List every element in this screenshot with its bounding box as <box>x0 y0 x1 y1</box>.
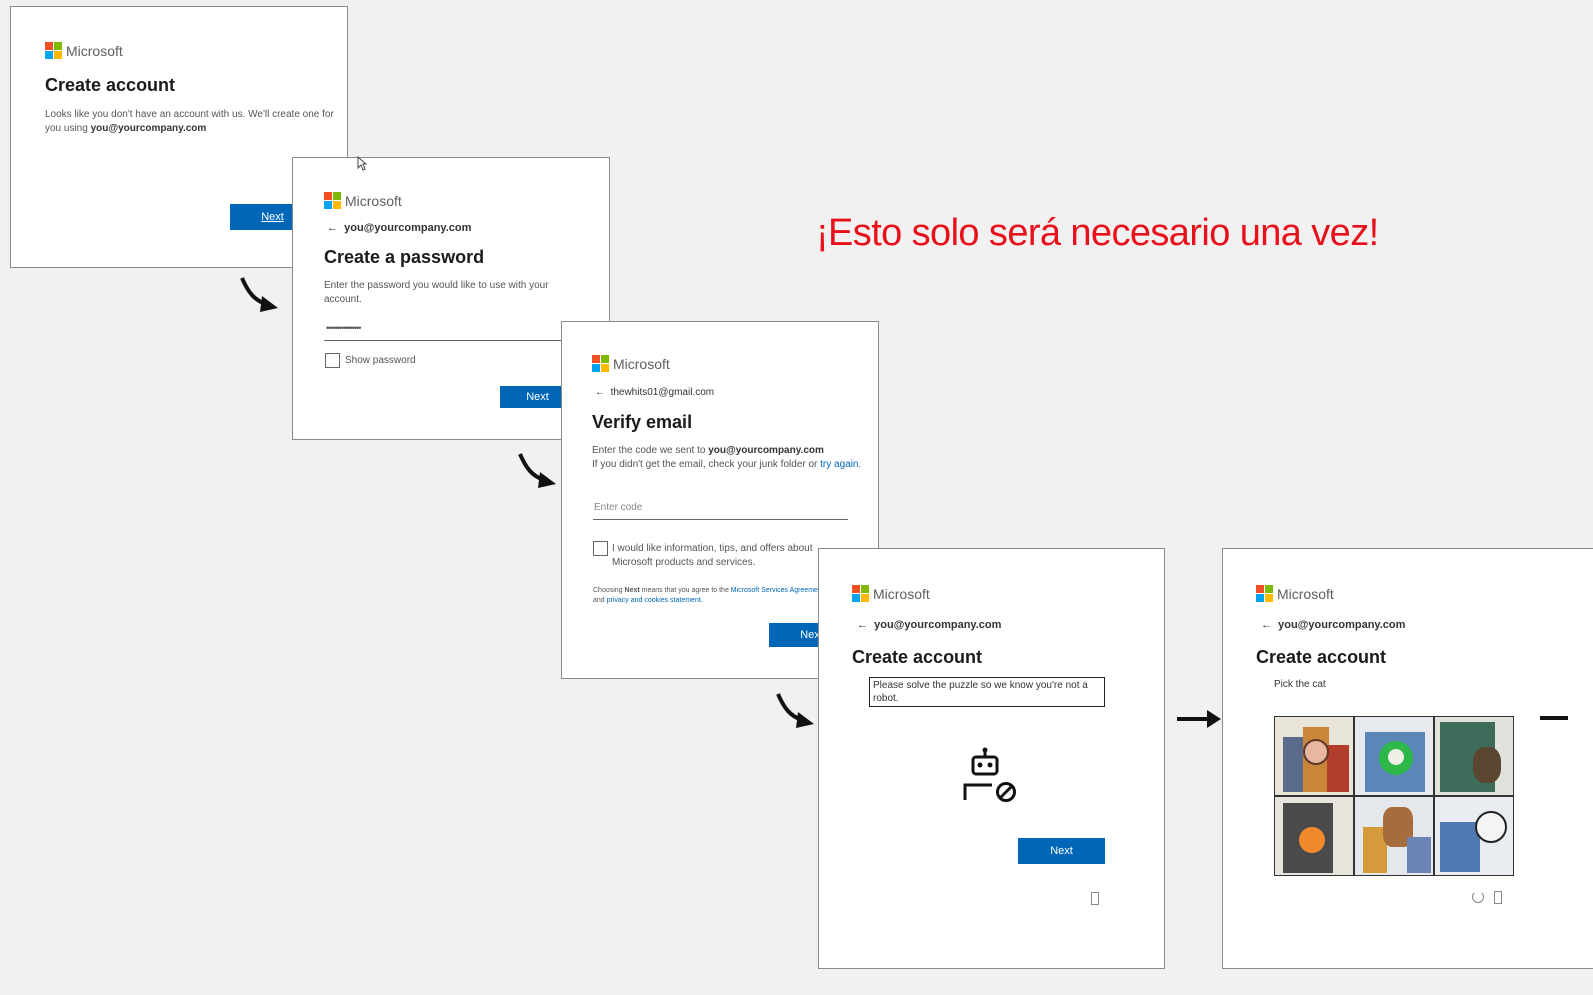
audio-icon[interactable] <box>1091 892 1099 905</box>
puzzle-tile[interactable] <box>1434 716 1514 796</box>
offers-checkbox[interactable] <box>593 541 608 556</box>
audio-icon[interactable] <box>1494 891 1502 904</box>
back-arrow-icon: ← <box>857 619 868 631</box>
brand-name: Microsoft <box>873 585 930 602</box>
refresh-icon[interactable] <box>1472 891 1484 903</box>
instructions-text: Enter the password you would like to use… <box>324 280 549 305</box>
microsoft-logo: Microsoft <box>45 42 123 59</box>
brand-name: Microsoft <box>66 42 123 59</box>
robot-icon <box>963 747 1016 802</box>
back-link[interactable]: ← you@yourcompany.com <box>327 222 471 234</box>
banner-text: ¡Esto solo será necesario una vez! <box>816 212 1379 254</box>
puzzle-tile[interactable] <box>1354 796 1434 876</box>
flow-arrow-icon <box>240 277 278 312</box>
microsoft-logo: Microsoft <box>592 355 670 372</box>
pick-instruction: Pick the cat <box>1274 679 1326 690</box>
page-title: Create account <box>1256 647 1387 667</box>
back-arrow-icon: ← <box>595 387 605 398</box>
legal-text: Choosing Next means that you agree to th… <box>593 587 824 604</box>
password-input[interactable]: •••••••••••••••• <box>326 321 566 335</box>
page-title: Verify email <box>592 412 693 432</box>
puzzle-tile[interactable] <box>1434 796 1514 876</box>
back-link[interactable]: ← you@yourcompany.com <box>1261 619 1405 631</box>
page-title: Create account <box>45 75 176 95</box>
password-underline <box>324 340 579 341</box>
offers-label: I would like information, tips, and offe… <box>612 543 813 568</box>
back-link[interactable]: ← you@yourcompany.com <box>857 619 1001 631</box>
code-input[interactable]: Enter code <box>594 501 642 515</box>
flow-arrow-icon <box>518 453 556 488</box>
brand-name: Microsoft <box>345 192 402 209</box>
try-again-link[interactable]: try again. <box>820 459 861 470</box>
brand-name: Microsoft <box>613 355 670 372</box>
microsoft-logo: Microsoft <box>324 192 402 209</box>
back-link[interactable]: ← thewhits01@gmail.com <box>595 387 714 398</box>
flow-arrow-icon <box>1540 716 1568 720</box>
next-button[interactable]: Next <box>1018 838 1105 864</box>
microsoft-logo: Microsoft <box>1256 585 1334 602</box>
info-text: Looks like you don't have an account wit… <box>45 109 334 134</box>
page-title: Create account <box>852 647 983 667</box>
cursor-icon <box>357 156 367 171</box>
card-robot-check: Microsoft ← you@yourcompany.com Create a… <box>818 548 1165 969</box>
puzzle-text: Please solve the puzzle so we know you'r… <box>869 677 1105 707</box>
back-arrow-icon: ← <box>327 222 338 234</box>
show-password-checkbox[interactable] <box>325 353 340 368</box>
back-arrow-icon: ← <box>1261 619 1272 631</box>
page-title: Create a password <box>324 247 485 267</box>
puzzle-tile[interactable] <box>1354 716 1434 796</box>
puzzle-tile[interactable] <box>1274 796 1354 876</box>
code-underline <box>593 519 848 520</box>
brand-name: Microsoft <box>1277 585 1334 602</box>
puzzle-tile[interactable] <box>1274 716 1354 796</box>
card-pick-cat: Microsoft ← you@yourcompany.com Create a… <box>1222 548 1593 969</box>
services-agreement-link[interactable]: Microsoft Services Agreement <box>731 587 824 594</box>
verify-instructions: Enter the code we sent to you@yourcompan… <box>592 445 862 470</box>
privacy-link[interactable]: privacy and cookies statement. <box>607 597 703 604</box>
show-password-label: Show password <box>345 355 416 366</box>
flow-arrow-icon <box>1177 710 1221 728</box>
microsoft-logo: Microsoft <box>852 585 930 602</box>
flow-arrow-icon <box>776 693 814 728</box>
